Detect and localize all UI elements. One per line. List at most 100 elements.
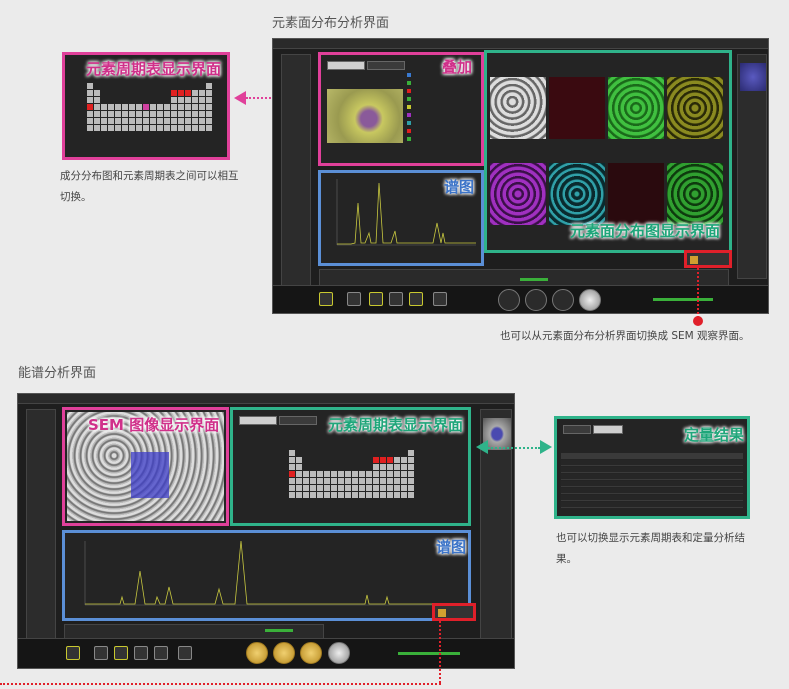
element-cell[interactable] (310, 471, 316, 477)
element-cell[interactable] (394, 450, 400, 456)
element-cell[interactable] (178, 104, 184, 110)
element-cell[interactable] (171, 104, 177, 110)
element-cell[interactable] (143, 97, 149, 103)
element-cell[interactable] (206, 111, 212, 117)
tab-quant-results[interactable] (279, 416, 317, 425)
element-cell[interactable] (199, 90, 205, 96)
element-cell[interactable] (387, 450, 393, 456)
stage-knob[interactable] (525, 289, 547, 311)
element-cell[interactable] (352, 485, 358, 491)
element-cell[interactable] (157, 118, 163, 124)
element-color-swatch[interactable] (407, 113, 411, 117)
element-cell[interactable] (373, 478, 379, 484)
tool-button[interactable] (389, 292, 403, 306)
tool-button[interactable] (409, 292, 423, 306)
element-cell[interactable] (324, 478, 330, 484)
element-cell[interactable] (101, 97, 107, 103)
element-cell[interactable] (192, 104, 198, 110)
element-cell[interactable] (87, 97, 93, 103)
element-cell[interactable] (143, 104, 149, 110)
element-cell[interactable] (317, 464, 323, 470)
element-cell[interactable] (345, 450, 351, 456)
element-cell[interactable] (164, 97, 170, 103)
element-cell[interactable] (178, 125, 184, 131)
element-cell[interactable] (401, 464, 407, 470)
element-color-swatch[interactable] (407, 89, 411, 93)
element-cell[interactable] (380, 471, 386, 477)
element-cell[interactable] (157, 125, 163, 131)
element-cell[interactable] (136, 83, 142, 89)
element-cell[interactable] (108, 97, 114, 103)
element-cell[interactable] (101, 83, 107, 89)
element-cell[interactable] (394, 471, 400, 477)
element-cell[interactable] (296, 471, 302, 477)
tab-periodic-table[interactable] (563, 425, 591, 434)
element-cell[interactable] (408, 457, 414, 463)
element-cell[interactable] (185, 97, 191, 103)
element-cell[interactable] (338, 450, 344, 456)
element-cell[interactable] (408, 485, 414, 491)
element-cell[interactable] (192, 111, 198, 117)
element-cell[interactable] (373, 457, 379, 463)
element-cell[interactable] (296, 485, 302, 491)
element-cell[interactable] (108, 111, 114, 117)
element-cell[interactable] (338, 457, 344, 463)
element-cell[interactable] (108, 104, 114, 110)
element-cell[interactable] (87, 104, 93, 110)
element-cell[interactable] (366, 450, 372, 456)
element-cell[interactable] (157, 104, 163, 110)
element-cell[interactable] (150, 111, 156, 117)
element-cell[interactable] (136, 125, 142, 131)
element-cell[interactable] (345, 471, 351, 477)
element-cell[interactable] (178, 83, 184, 89)
element-cell[interactable] (310, 492, 316, 498)
element-cell[interactable] (185, 118, 191, 124)
element-cell[interactable] (317, 492, 323, 498)
element-cell[interactable] (94, 125, 100, 131)
element-cell[interactable] (303, 457, 309, 463)
element-cell[interactable] (352, 492, 358, 498)
element-cell[interactable] (303, 450, 309, 456)
element-cell[interactable] (136, 97, 142, 103)
element-cell[interactable] (387, 485, 393, 491)
element-cell[interactable] (345, 492, 351, 498)
element-cell[interactable] (394, 485, 400, 491)
element-cell[interactable] (143, 125, 149, 131)
element-cell[interactable] (164, 104, 170, 110)
switch-to-sem-button[interactable] (684, 250, 732, 268)
element-cell[interactable] (129, 125, 135, 131)
element-cell[interactable] (331, 471, 337, 477)
element-cell[interactable] (366, 478, 372, 484)
element-cell[interactable] (108, 83, 114, 89)
element-cell[interactable] (359, 450, 365, 456)
element-cell[interactable] (185, 111, 191, 117)
element-cell[interactable] (157, 111, 163, 117)
element-cell[interactable] (303, 471, 309, 477)
element-cell[interactable] (380, 457, 386, 463)
element-cell[interactable] (338, 492, 344, 498)
element-cell[interactable] (136, 90, 142, 96)
element-cell[interactable] (87, 111, 93, 117)
switch-to-sem-button[interactable] (432, 603, 476, 621)
element-cell[interactable] (164, 90, 170, 96)
element-cell[interactable] (192, 83, 198, 89)
element-cell[interactable] (324, 471, 330, 477)
element-cell[interactable] (129, 111, 135, 117)
element-cell[interactable] (317, 450, 323, 456)
element-cell[interactable] (122, 118, 128, 124)
element-cell[interactable] (296, 457, 302, 463)
element-cell[interactable] (303, 492, 309, 498)
tool-button[interactable] (369, 292, 383, 306)
element-cell[interactable] (199, 97, 205, 103)
element-color-swatch[interactable] (407, 97, 411, 101)
reset-knob[interactable] (579, 289, 601, 311)
element-cell[interactable] (387, 464, 393, 470)
element-cell[interactable] (122, 104, 128, 110)
element-cell[interactable] (359, 471, 365, 477)
element-cell[interactable] (408, 464, 414, 470)
element-cell[interactable] (380, 450, 386, 456)
element-cell[interactable] (143, 83, 149, 89)
element-cell[interactable] (408, 471, 414, 477)
element-cell[interactable] (206, 118, 212, 124)
element-color-swatch[interactable] (407, 105, 411, 109)
